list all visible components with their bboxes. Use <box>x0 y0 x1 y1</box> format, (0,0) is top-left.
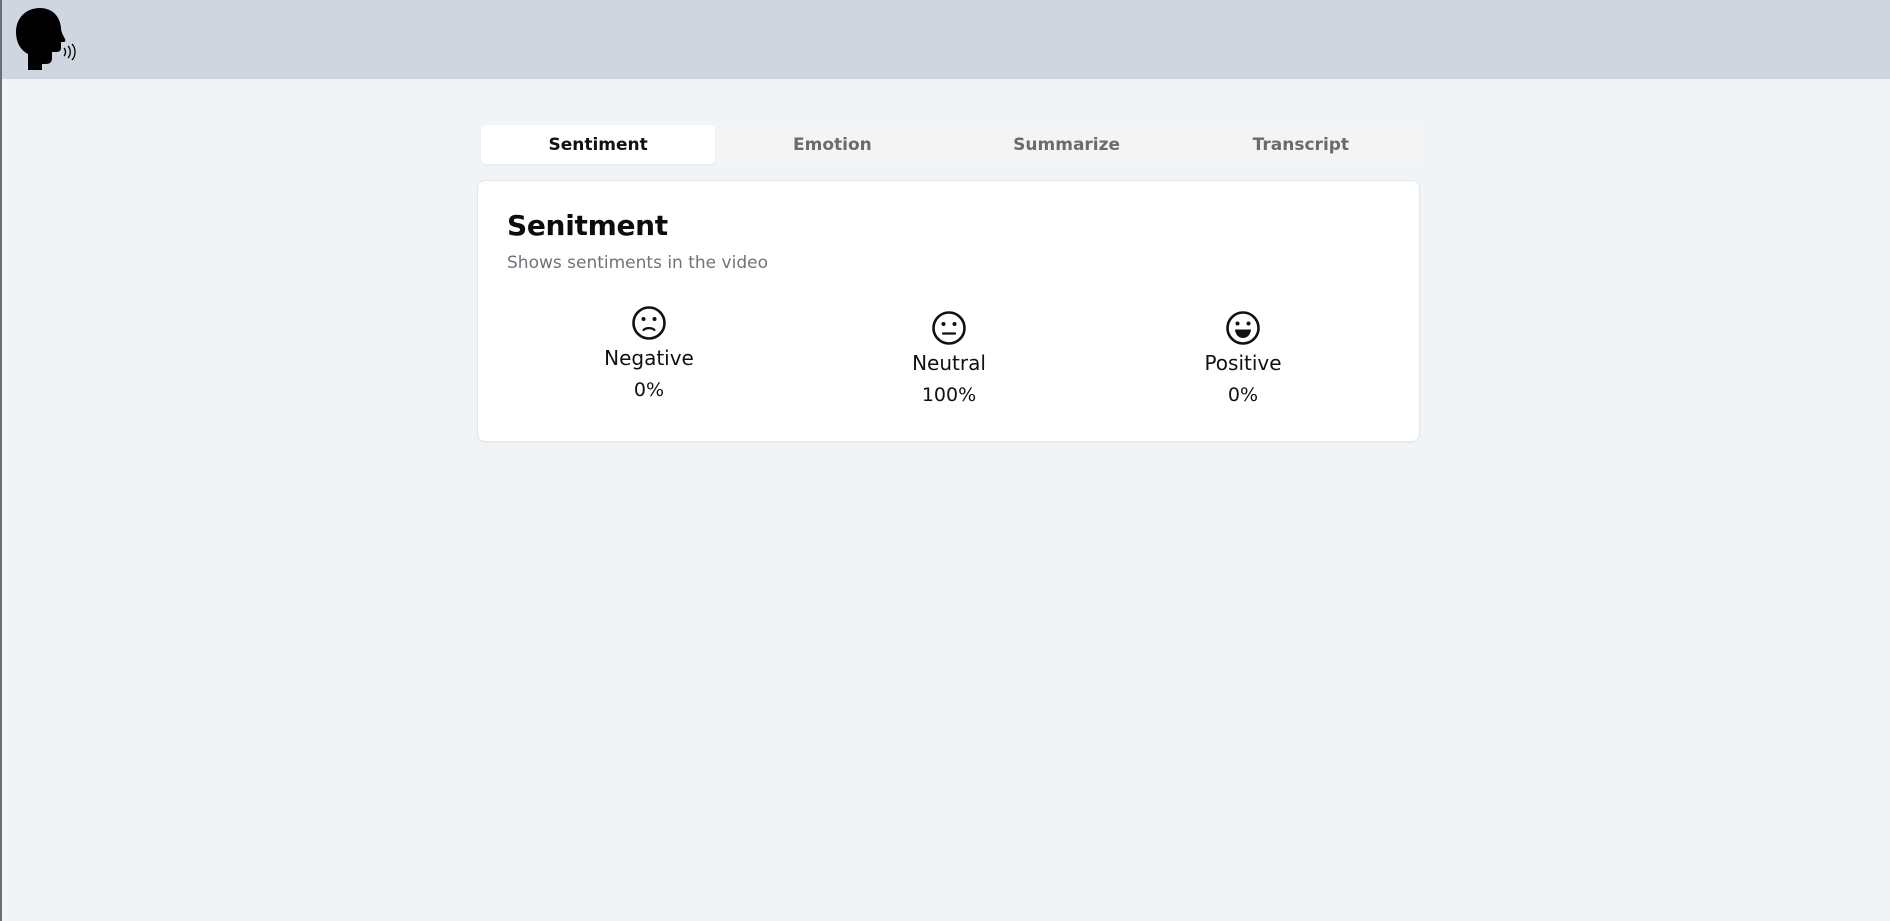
sentiment-label: Neutral <box>912 351 986 375</box>
tab-summarize[interactable]: Summarize <box>950 125 1184 164</box>
app-window: Sentiment Emotion Summarize Transcript S… <box>0 0 1890 921</box>
neutral-face-icon <box>932 311 966 345</box>
sentiment-negative: Negative 0% <box>549 305 749 401</box>
sentiment-label: Negative <box>604 346 694 370</box>
tab-transcript[interactable]: Transcript <box>1184 125 1418 164</box>
card-subtitle: Shows sentiments in the video <box>507 253 768 273</box>
tab-list: Sentiment Emotion Summarize Transcript <box>478 122 1421 167</box>
grinning-face-icon <box>1226 311 1260 345</box>
slightly-frowning-face-icon <box>632 306 666 340</box>
sentiment-value: 100% <box>921 384 977 406</box>
sentiment-label: Positive <box>1204 351 1282 375</box>
top-bar <box>2 0 1890 79</box>
sentiment-value: 0% <box>633 379 665 401</box>
sentiment-value: 0% <box>1227 384 1259 406</box>
tab-emotion[interactable]: Emotion <box>715 125 949 164</box>
sentiment-card: Senitment Shows sentiments in the video … <box>477 180 1420 442</box>
sentiment-neutral: Neutral 100% <box>849 310 1049 406</box>
card-title: Senitment <box>507 209 668 242</box>
sentiment-stats: Negative 0% Neutral 100% Positive 0% <box>478 305 1419 415</box>
sentiment-positive: Positive 0% <box>1143 310 1343 406</box>
tab-sentiment[interactable]: Sentiment <box>481 125 716 164</box>
speaking-head-icon[interactable] <box>8 4 78 74</box>
